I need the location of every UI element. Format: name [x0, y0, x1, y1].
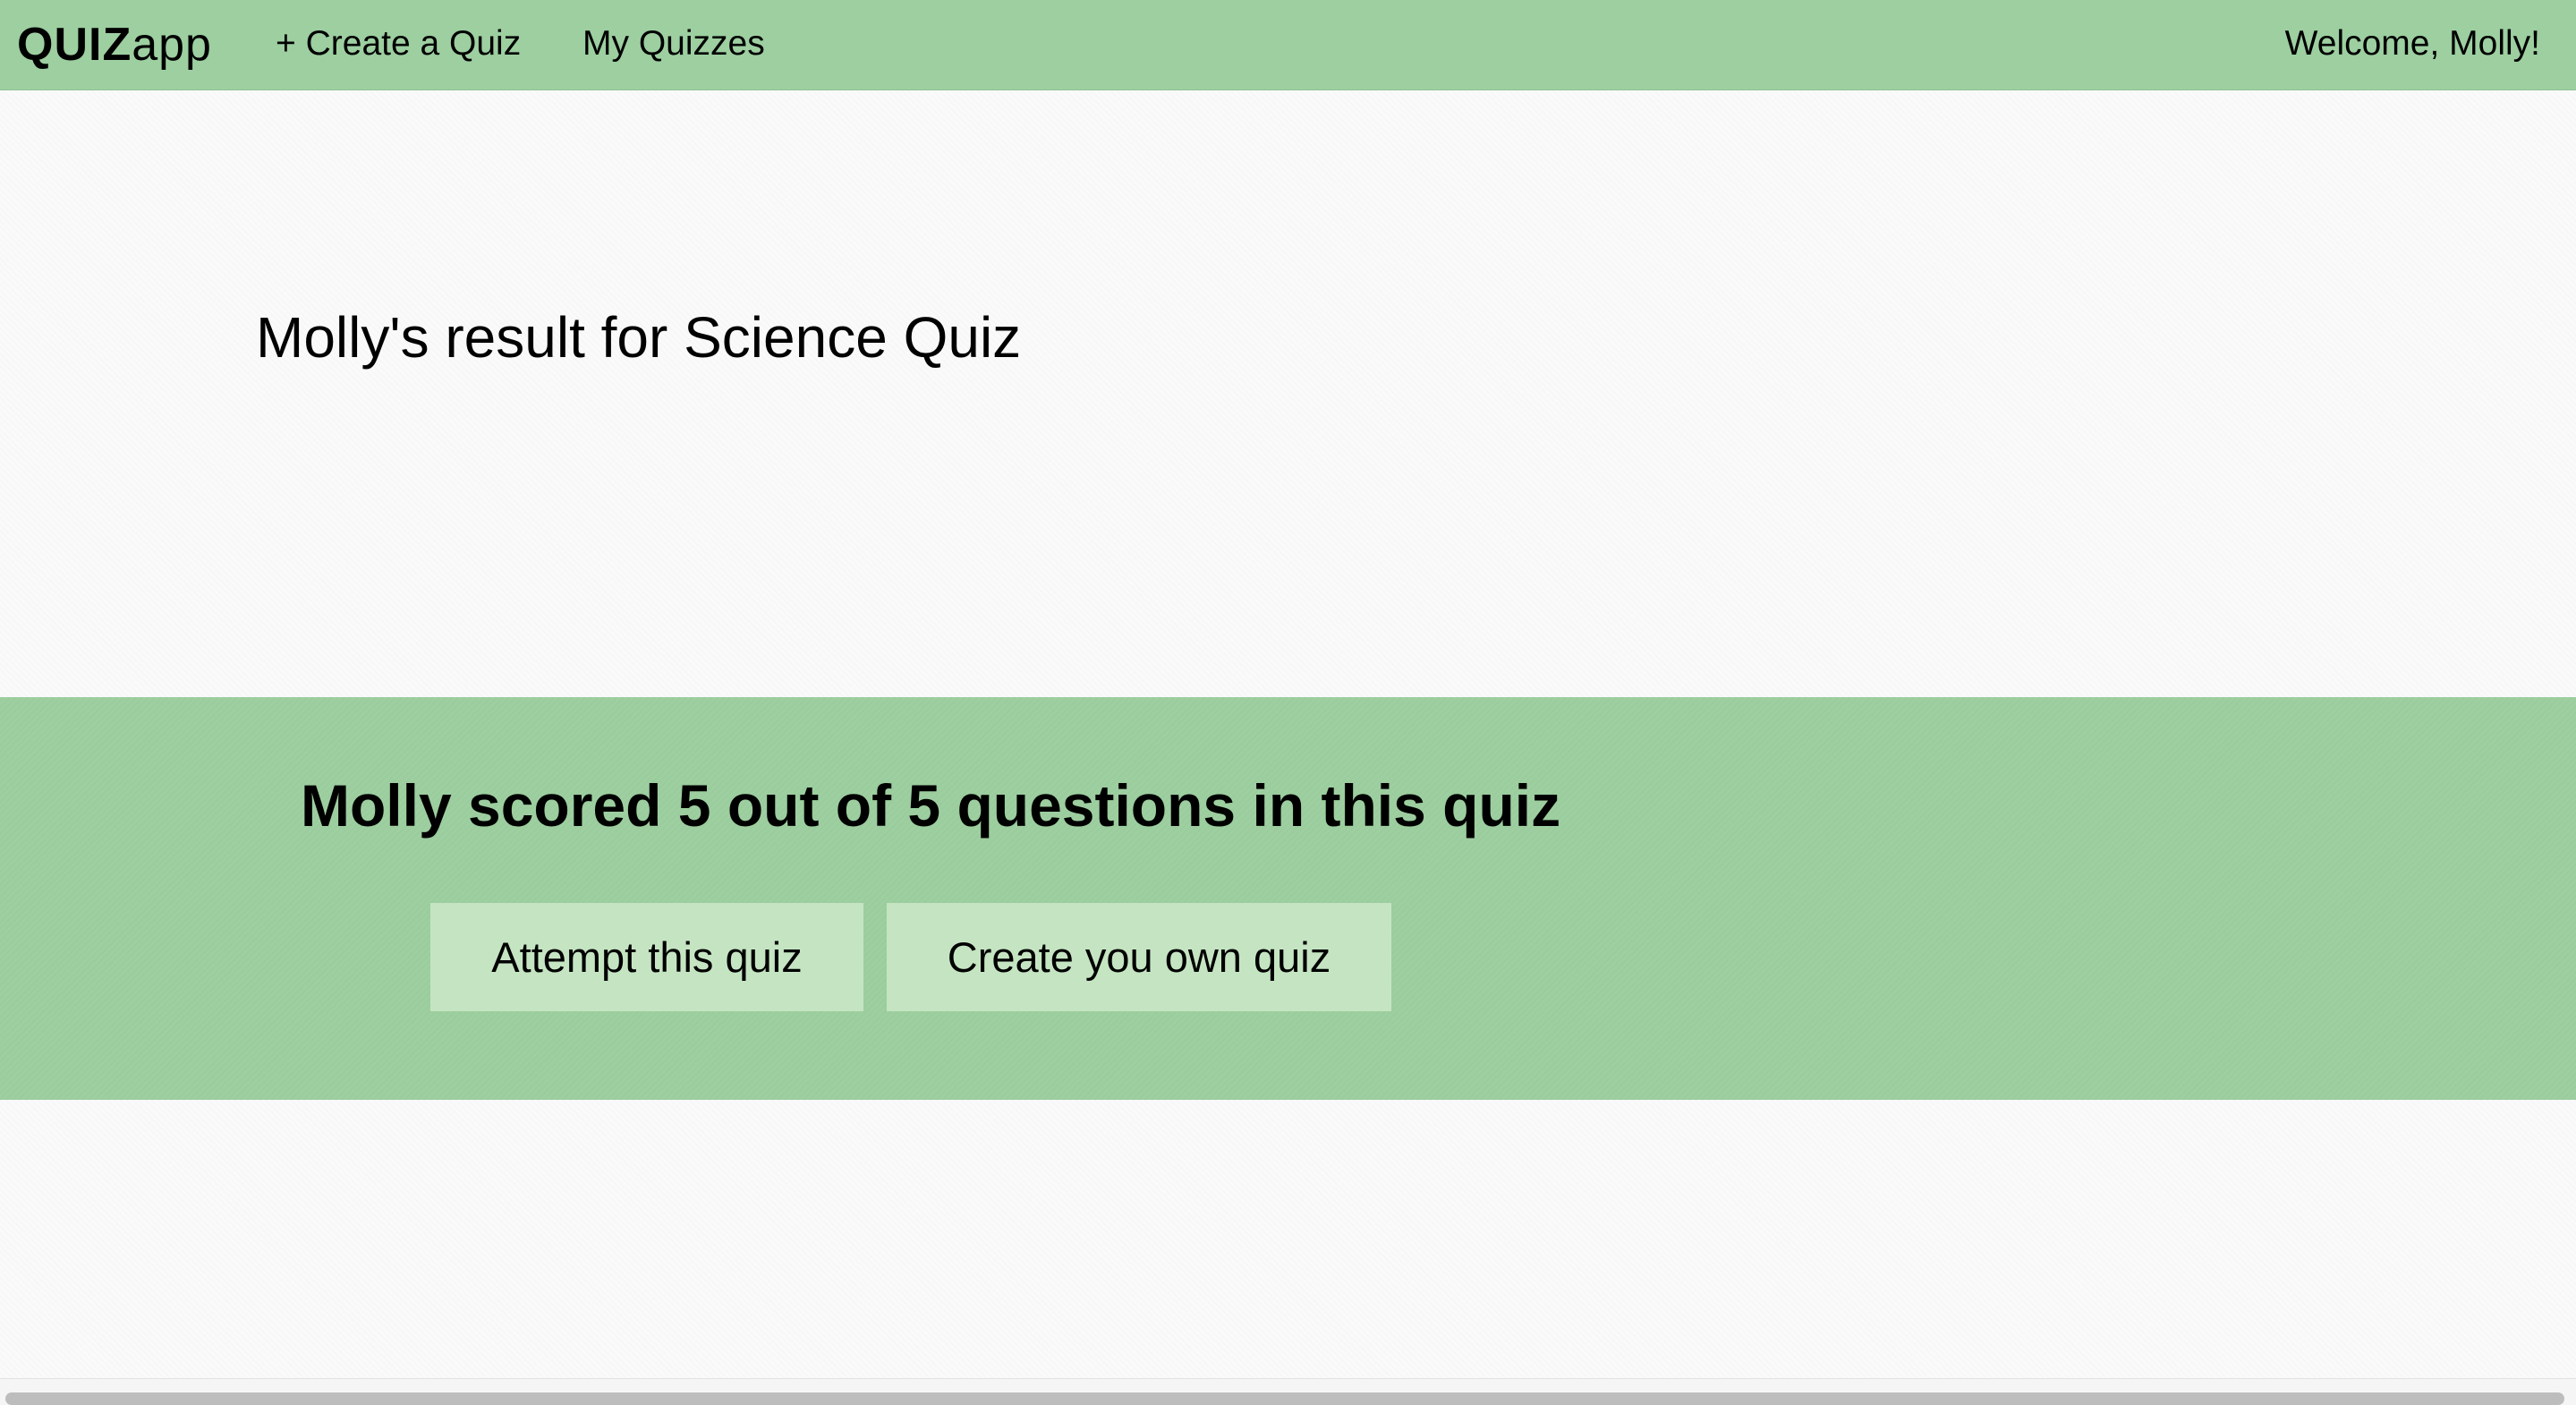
score-summary: Molly scored 5 out of 5 questions in thi… — [301, 772, 1561, 839]
scrollbar-thumb[interactable] — [5, 1392, 2564, 1405]
page-title: Molly's result for Science Quiz — [256, 305, 1022, 370]
result-banner: Molly scored 5 out of 5 questions in thi… — [0, 697, 2576, 1100]
my-quizzes-link[interactable]: My Quizzes — [582, 23, 765, 64]
top-navbar: QUIZapp + Create a Quiz My Quizzes Welco… — [0, 0, 2576, 90]
welcome-message: Welcome, Molly! — [2284, 24, 2540, 63]
create-quiz-link[interactable]: + Create a Quiz — [276, 23, 521, 64]
create-own-quiz-button[interactable]: Create you own quiz — [887, 903, 1391, 1011]
brand-logo-bold: QUIZ — [17, 19, 132, 71]
attempt-quiz-button[interactable]: Attempt this quiz — [430, 903, 863, 1011]
horizontal-scrollbar[interactable] — [0, 1378, 2576, 1405]
brand-logo-link[interactable]: QUIZapp — [17, 18, 212, 72]
brand-logo-light: app — [132, 19, 212, 71]
